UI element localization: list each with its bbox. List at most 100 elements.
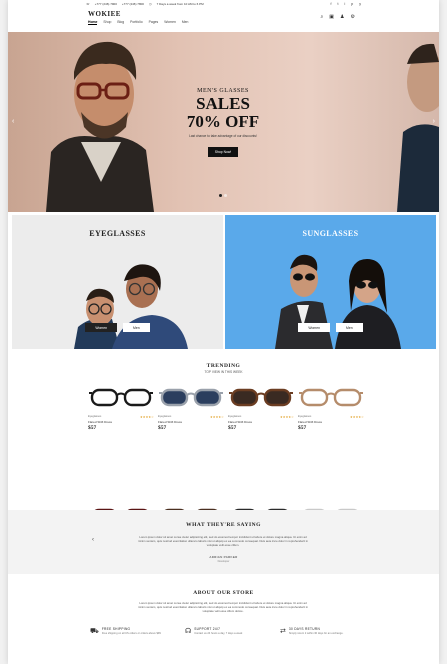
product-name[interactable]: Flared Shift Dress <box>298 420 364 424</box>
feature-support: ☊ SUPPORT 24/7 Contact us 24 hours a day… <box>185 627 265 636</box>
eyeglasses-category[interactable]: EYEGLASSES Women Men <box>12 215 223 349</box>
product-rating: ★★★★☆ <box>349 415 364 419</box>
product-image[interactable] <box>88 382 154 412</box>
product-image[interactable] <box>298 382 364 412</box>
twitter-icon[interactable]: t <box>338 2 339 6</box>
eyeglasses-women-button[interactable]: Women <box>85 323 117 332</box>
menu-item-women[interactable]: Women <box>164 20 176 25</box>
product-category: Eyeglasses <box>88 415 102 418</box>
clock-icon: ◷ <box>148 2 152 6</box>
product-image[interactable] <box>158 382 224 412</box>
hero-headline-2: 70% OFF <box>186 112 260 131</box>
pinterest-icon[interactable]: p <box>351 2 353 6</box>
testimonials-section: WHAT THEY'RE SAYING ‹ Lorem ipsum dolor … <box>8 510 439 574</box>
sunglasses-models-image <box>275 254 401 349</box>
trending-title: TRENDING <box>206 363 241 369</box>
product-image[interactable] <box>228 382 294 412</box>
product-name[interactable]: Flared Shift Dress <box>228 420 294 424</box>
glasses-icon <box>159 388 223 407</box>
product-price: $57 <box>228 425 237 431</box>
cart-icon[interactable]: ▣ <box>329 14 334 20</box>
page: ☏ +777 (246) 7900 +777 (246) 7800 ◷ 7 Da… <box>8 0 439 664</box>
product-card[interactable]: Eyeglasses ★★★★☆Flared Shift Dress$57 <box>88 382 154 495</box>
facebook-icon[interactable]: f <box>331 2 332 6</box>
menu-item-home[interactable]: Home <box>88 20 98 25</box>
feature-title: FREE SHIPPING <box>101 627 131 631</box>
settings-icon[interactable]: ⚙ <box>351 14 355 20</box>
product-price: $57 <box>158 425 167 431</box>
testimonial-author: ADRIAN PARKER <box>209 555 238 559</box>
hero-second-man-image <box>397 43 439 212</box>
hero-dot-2[interactable] <box>224 194 227 197</box>
about-text: Lorem ipsum dolor sit amet conse ctetur … <box>138 601 308 613</box>
eyeglasses-title: EYEGLASSES <box>89 229 146 238</box>
phone-2[interactable]: +777 (246) 7800 <box>122 2 144 6</box>
hero-pagination <box>219 194 227 197</box>
phone-1[interactable]: +777 (246) 7900 <box>95 2 117 6</box>
feature-title: SUPPORT 24/7 <box>194 627 221 631</box>
hero-dot-1[interactable] <box>219 194 222 197</box>
features-row: ⛟ FREE SHIPPING Free shipping on all US … <box>90 627 360 636</box>
phone-icon: ☏ <box>86 2 90 6</box>
product-card[interactable]: Eyeglasses ★★★★☆Flared Shift Dress$57 <box>158 382 224 495</box>
eyeglasses-buttons: Women Men <box>12 323 223 332</box>
menu-item-men[interactable]: Men <box>182 20 189 25</box>
product-category: Eyeglasses <box>158 415 172 418</box>
shop-now-button[interactable]: Shop Now! <box>207 147 239 157</box>
hero-next-arrow[interactable]: › <box>433 118 435 125</box>
glasses-icon <box>229 388 293 407</box>
headset-icon: ☊ <box>185 628 192 635</box>
menu-item-shop[interactable]: Shop <box>103 20 111 25</box>
instagram-icon[interactable]: i <box>345 2 346 6</box>
product-rating: ★★★★☆ <box>279 415 294 419</box>
store-hours: 7 Days a week from 10 AM to 6 PM <box>156 2 204 6</box>
product-name[interactable]: Flared Shift Dress <box>88 420 154 424</box>
product-price: $57 <box>298 425 307 431</box>
testimonial-role: Developer <box>217 560 230 563</box>
hero-headline-1: SALES <box>196 94 250 113</box>
feature-desc: Free shipping on all US orders or orders… <box>101 632 161 635</box>
sunglasses-buttons: Women Men <box>225 323 436 332</box>
product-card[interactable]: Eyeglasses ★★★★☆Flared Shift Dress$57 <box>298 382 364 495</box>
testimonial-quote: Lorem ipsum dolor sit amet conse ctetur … <box>138 535 308 547</box>
eyeglasses-men-button[interactable]: Men <box>123 323 150 332</box>
sunglasses-women-button[interactable]: Women <box>298 323 330 332</box>
top-bar: ☏ +777 (246) 7900 +777 (246) 7800 ◷ 7 Da… <box>8 0 439 8</box>
sunglasses-title: SUNGLASSES <box>302 229 359 238</box>
glasses-icon <box>89 388 153 407</box>
product-category: Eyeglasses <box>228 415 242 418</box>
sunglasses-category[interactable]: SUNGLASSES Women Men <box>225 215 436 349</box>
product-name[interactable]: Flared Shift Dress <box>158 420 224 424</box>
product-rating: ★★★★☆ <box>139 415 154 419</box>
testimonial-prev-arrow[interactable]: ‹ <box>92 537 94 543</box>
hero-prev-arrow[interactable]: ‹ <box>12 118 14 125</box>
product-card[interactable]: Eyeglasses ★★★★☆Flared Shift Dress$57 <box>228 382 294 495</box>
feature-desc: Contact us 24 hours a day, 7 days a week <box>194 632 243 635</box>
hero-subtext: Last chance to take advantage of our dis… <box>189 134 257 138</box>
testimonials-title: WHAT THEY'RE SAYING <box>186 522 261 528</box>
youtube-icon[interactable]: y <box>359 2 361 6</box>
hero-banner: ‹ › MEN'S GLASSES SALES 70% OFF Last cha… <box>8 32 439 212</box>
hero-man-image <box>46 41 154 212</box>
feature-title: 30 DAYS RETURN <box>288 627 321 631</box>
menu-item-pages[interactable]: Pages <box>149 20 159 25</box>
sunglasses-men-button[interactable]: Men <box>336 323 363 332</box>
main-menu: Home Shop Blog Portfolio Pages Women Men <box>88 20 188 25</box>
menu-item-blog[interactable]: Blog <box>117 20 124 25</box>
product-price: $57 <box>88 425 97 431</box>
trending-subtitle: TOP VIEW IN THIS WEEK <box>204 370 243 374</box>
feature-free-shipping: ⛟ FREE SHIPPING Free shipping on all US … <box>90 627 170 636</box>
about-title: ABOUT OUR STORE <box>193 590 254 596</box>
menu-item-portfolio[interactable]: Portfolio <box>130 20 142 25</box>
search-icon[interactable]: ⌕ <box>320 14 323 20</box>
glasses-icon <box>299 388 363 407</box>
feature-returns: ⇄ 30 DAYS RETURN Simply return it within… <box>280 627 360 636</box>
logo[interactable]: WOKIEE <box>88 10 121 18</box>
truck-icon: ⛟ <box>90 628 99 635</box>
hero-text: MEN'S GLASSES SALES 70% OFF Last chance … <box>168 88 278 158</box>
social-links: f t i p y <box>331 2 361 6</box>
return-icon: ⇄ <box>280 628 286 635</box>
header-icons: ⌕ ▣ ♟ ⚙ <box>320 14 355 20</box>
feature-desc: Simply return it within 30 days for an e… <box>288 632 344 635</box>
user-icon[interactable]: ♟ <box>340 14 344 20</box>
